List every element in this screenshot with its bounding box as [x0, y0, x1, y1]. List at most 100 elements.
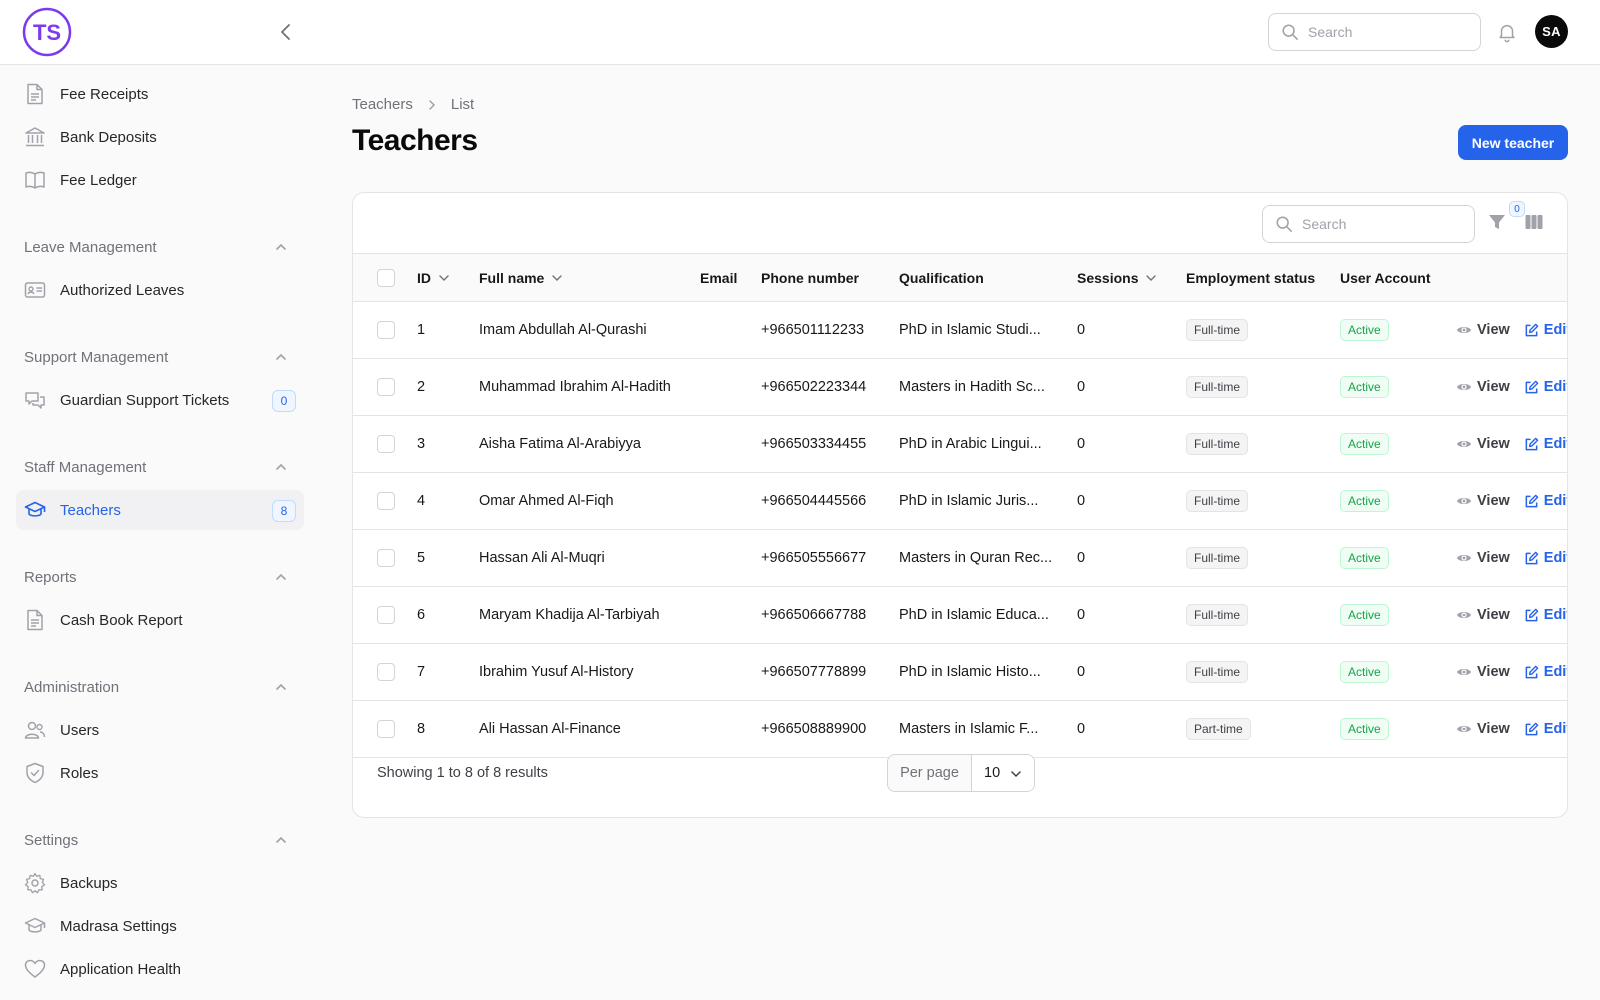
employment-badge: Full-time	[1186, 376, 1249, 398]
sidebar-item-label: Madrasa Settings	[60, 917, 177, 935]
breadcrumb-item-teachers[interactable]: Teachers	[352, 96, 413, 113]
sidebar-item-bank-deposits[interactable]: Bank Deposits	[16, 117, 304, 157]
cell-full-name: Aisha Fatima Al-Arabiyya	[479, 436, 641, 452]
sidebar-item-cash-book-report[interactable]: Cash Book Report	[16, 600, 304, 640]
new-teacher-button[interactable]: New teacher	[1458, 125, 1568, 160]
group-settings[interactable]: Settings	[16, 828, 304, 852]
table-row[interactable]: 8 Ali Hassan Al-Finance +966508889900 Maste…	[353, 701, 1567, 758]
table-row[interactable]: 2 Muhammad Ibrahim Al-Hadith +966502223344…	[353, 359, 1567, 416]
filter-icon[interactable]	[1487, 212, 1509, 234]
sidebar-item-backups[interactable]: Backups	[16, 863, 304, 903]
table-search-input[interactable]	[1302, 216, 1452, 232]
employment-badge: Full-time	[1186, 433, 1249, 455]
row-checkbox[interactable]	[377, 321, 395, 339]
collapse-sidebar-button[interactable]	[274, 20, 298, 44]
column-header-id[interactable]: ID	[417, 254, 450, 302]
global-search-input[interactable]	[1308, 24, 1458, 40]
group-label: Settings	[24, 831, 79, 849]
document-icon	[24, 83, 46, 105]
row-checkbox[interactable]	[377, 720, 395, 738]
view-button[interactable]: View	[1456, 436, 1510, 452]
view-button[interactable]: View	[1456, 721, 1510, 737]
group-label: Staff Management	[24, 458, 147, 476]
view-button[interactable]: View	[1456, 493, 1510, 509]
per-page-select[interactable]: 10	[972, 755, 1034, 791]
cell-actions: View Edit	[1456, 359, 1567, 415]
cell-id: 3	[417, 436, 426, 452]
sidebar-item-authorized-leaves[interactable]: Authorized Leaves	[16, 270, 304, 310]
column-label: Full name	[479, 270, 545, 286]
edit-label: Edit	[1543, 721, 1567, 737]
cell-qualification: PhD in Islamic Histo...	[899, 664, 1041, 680]
edit-button[interactable]: Edit	[1524, 436, 1567, 452]
sidebar-item-application-health[interactable]: Application Health	[16, 949, 304, 989]
group-reports[interactable]: Reports	[16, 565, 304, 589]
edit-button[interactable]: Edit	[1524, 721, 1567, 737]
search-icon	[1282, 24, 1298, 40]
view-button[interactable]: View	[1456, 607, 1510, 623]
bell-icon[interactable]	[1496, 21, 1518, 43]
table-row[interactable]: 7 Ibrahim Yusuf Al-History +966507778899 Ph…	[353, 644, 1567, 701]
table-search[interactable]	[1262, 205, 1475, 243]
sidebar-item-madrasa-settings[interactable]: Madrasa Settings	[16, 906, 304, 946]
table-row[interactable]: 3 Aisha Fatima Al-Arabiyya +966503334455 Ph…	[353, 416, 1567, 473]
sidebar-item-fee-ledger[interactable]: Fee Ledger	[16, 160, 304, 200]
edit-button[interactable]: Edit	[1524, 379, 1567, 395]
sidebar-item-users[interactable]: Users	[16, 710, 304, 750]
document-icon	[24, 609, 46, 631]
view-button[interactable]: View	[1456, 664, 1510, 680]
cell-actions: View Edit	[1456, 644, 1567, 700]
column-header-employment-status: Employment status	[1186, 254, 1315, 302]
table-row[interactable]: 4 Omar Ahmed Al-Fiqh +966504445566 PhD in I…	[353, 473, 1567, 530]
select-all-checkbox[interactable]	[377, 269, 395, 287]
group-staff-management[interactable]: Staff Management	[16, 455, 304, 479]
logo[interactable]: TS	[22, 7, 72, 57]
cell-employment-status: Full-time	[1186, 587, 1249, 643]
column-label: Phone number	[761, 270, 860, 286]
row-checkbox[interactable]	[377, 378, 395, 396]
global-search[interactable]	[1268, 13, 1481, 51]
chevron-up-icon	[276, 836, 286, 843]
row-checkbox[interactable]	[377, 549, 395, 567]
sidebar-item-guardian-support-tickets[interactable]: Guardian Support Tickets 0	[16, 380, 304, 420]
pencil-square-icon	[1525, 551, 1539, 564]
row-checkbox[interactable]	[377, 492, 395, 510]
academic-cap-icon	[24, 499, 46, 521]
view-button[interactable]: View	[1456, 379, 1510, 395]
cell-phone: +966505556677	[761, 550, 867, 566]
sidebar-item-label: Roles	[60, 764, 99, 782]
row-checkbox[interactable]	[377, 435, 395, 453]
eye-icon	[1457, 384, 1471, 390]
pencil-square-icon	[1525, 380, 1539, 393]
count-badge: 8	[272, 500, 296, 522]
table-row[interactable]: 5 Hassan Ali Al-Muqri +966505556677 Masters…	[353, 530, 1567, 587]
edit-button[interactable]: Edit	[1524, 493, 1567, 509]
edit-button[interactable]: Edit	[1524, 664, 1567, 680]
group-support-management[interactable]: Support Management	[16, 345, 304, 369]
sidebar-item-label: Cash Book Report	[60, 611, 183, 629]
account-status-badge: Active	[1340, 433, 1389, 455]
column-header-full-name[interactable]: Full name	[479, 254, 563, 302]
column-header-sessions[interactable]: Sessions	[1077, 254, 1157, 302]
group-administration[interactable]: Administration	[16, 675, 304, 699]
sidebar-item-fee-receipts[interactable]: Fee Receipts	[16, 74, 304, 114]
cell-phone: +966506667788	[761, 607, 867, 623]
sidebar-item-roles[interactable]: Roles	[16, 753, 304, 793]
eye-icon	[1457, 498, 1471, 504]
columns-icon[interactable]	[1524, 212, 1546, 234]
view-button[interactable]: View	[1456, 550, 1510, 566]
edit-button[interactable]: Edit	[1524, 607, 1567, 623]
edit-button[interactable]: Edit	[1524, 322, 1567, 338]
group-leave-management[interactable]: Leave Management	[16, 235, 304, 259]
edit-button[interactable]: Edit	[1524, 550, 1567, 566]
avatar[interactable]: SA	[1535, 15, 1568, 48]
table-row[interactable]: 1 Imam Abdullah Al-Qurashi +966501112233 Ph…	[353, 302, 1567, 359]
view-button[interactable]: View	[1456, 322, 1510, 338]
row-checkbox[interactable]	[377, 606, 395, 624]
cell-user-account: Active	[1340, 644, 1389, 700]
row-select-cell	[377, 302, 395, 358]
sidebar-item-label: Fee Ledger	[60, 171, 137, 189]
table-row[interactable]: 6 Maryam Khadija Al-Tarbiyah +966506667788…	[353, 587, 1567, 644]
sidebar-item-teachers[interactable]: Teachers 8	[16, 490, 304, 530]
row-checkbox[interactable]	[377, 663, 395, 681]
